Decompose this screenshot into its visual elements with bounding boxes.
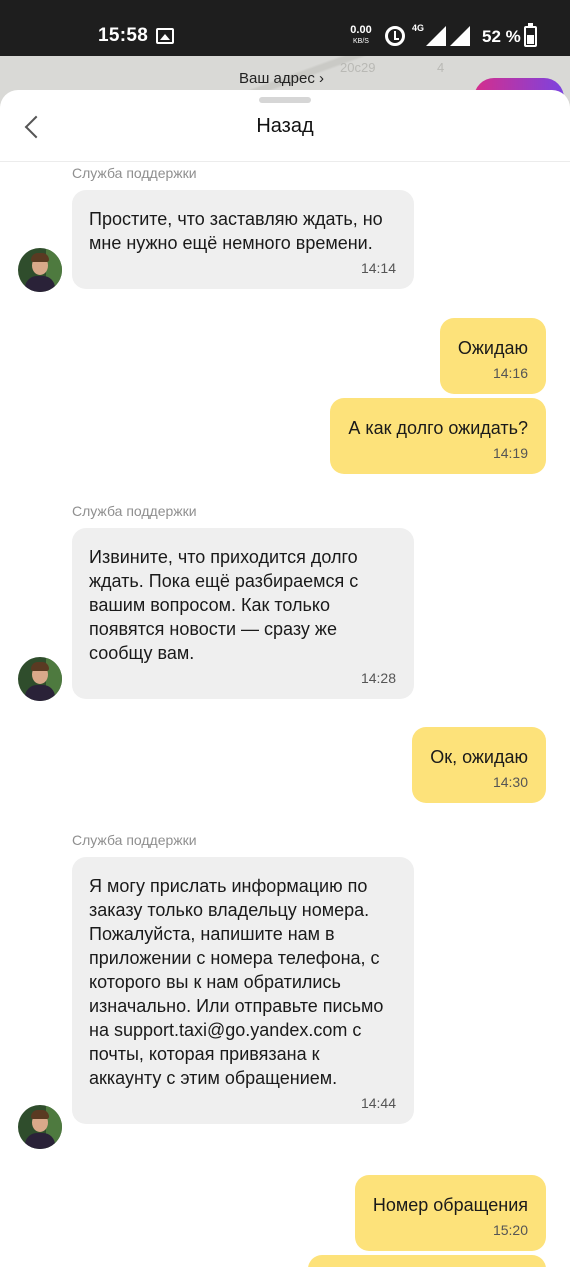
map-faint-label-2: 4 [437, 60, 445, 75]
status-time: 15:58 [98, 25, 149, 46]
message-text: Извините, что приходится долго ждать. По… [89, 547, 359, 663]
incoming-message: Простите, что заставляю ждать, но мне ну… [72, 190, 414, 289]
sender-label: Служба поддержки [72, 503, 197, 519]
message-text: А как долго ожидать? [348, 418, 528, 438]
sender-label: Служба поддержки [72, 165, 197, 181]
outgoing-message: Номер обращения 15:20 [354, 1175, 546, 1251]
message-time: 14:16 [492, 365, 528, 381]
message-text: Номер обращения [372, 1195, 528, 1215]
message-time: 14:44 [360, 1095, 396, 1111]
network-speed-unit: KB/S [353, 38, 369, 45]
message-time: 14:19 [492, 445, 528, 461]
outgoing-message: Ок, ожидаю 14:30 [412, 727, 546, 803]
message-text: Я могу прислать информацию по заказу тол… [89, 876, 384, 1088]
outgoing-message-partial [308, 1255, 546, 1267]
outgoing-message: Ожидаю 14:16 [439, 318, 546, 394]
alarm-icon [385, 26, 405, 46]
support-avatar [18, 248, 62, 292]
chat-sheet: Назад Служба поддержки Простите, что зас… [0, 90, 570, 1267]
message-text: Ок, ожидаю [430, 747, 528, 767]
support-avatar [18, 1105, 62, 1149]
message-time: 14:14 [360, 260, 396, 276]
incoming-message: Извините, что приходится долго ждать. По… [72, 528, 414, 699]
chat-header: Назад [0, 90, 570, 162]
battery-icon [524, 23, 537, 47]
outgoing-message: А как долго ожидать? 14:19 [330, 398, 546, 474]
sender-label: Служба поддержки [72, 832, 197, 848]
network-speed: 0.00 KB/S [348, 24, 374, 46]
network-speed-value: 0.00 [350, 24, 372, 36]
signal-icon [450, 26, 470, 46]
header-title: Назад [256, 115, 314, 137]
map-faint-label: 20с29 [340, 60, 376, 75]
message-time: 14:30 [492, 774, 528, 790]
message-text: Ожидаю [457, 338, 528, 358]
battery-percent: 52 % [482, 27, 521, 46]
message-text: Простите, что заставляю ждать, но мне ну… [89, 209, 383, 253]
gallery-notification-icon [156, 28, 174, 44]
message-time: 14:28 [360, 670, 396, 686]
address-link[interactable]: Ваш адрес › [239, 70, 324, 87]
status-bar: 15:58 0.00 KB/S 4G 52 % [0, 0, 570, 56]
mobile-data-icon: 4G [412, 23, 446, 46]
incoming-message: Я могу прислать информацию по заказу тол… [72, 857, 414, 1124]
support-avatar [18, 657, 62, 701]
message-time: 15:20 [492, 1222, 528, 1238]
